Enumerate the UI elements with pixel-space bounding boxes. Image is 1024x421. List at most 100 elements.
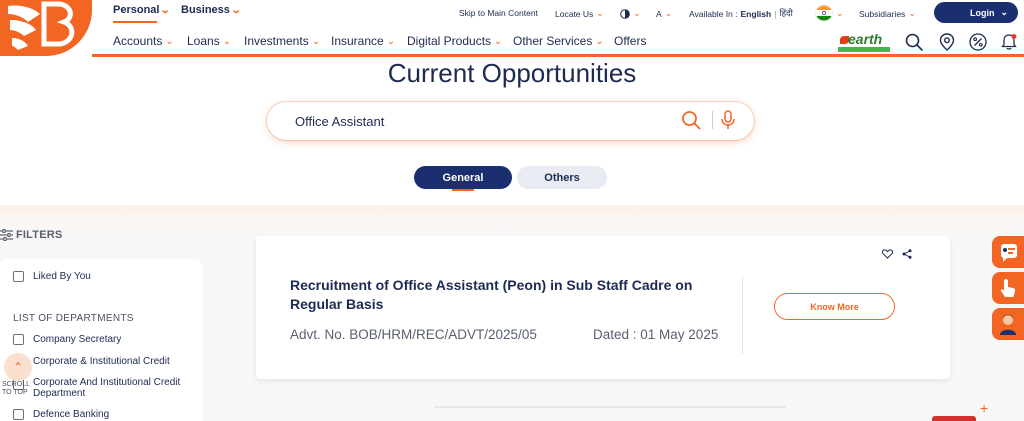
header-divider (92, 54, 1024, 57)
filter-label: Company Secretary (33, 334, 122, 345)
scroll-to-top-button[interactable]: ⌃ (4, 353, 32, 381)
search-icon[interactable] (905, 33, 923, 51)
tab-others[interactable]: Others (517, 166, 607, 189)
chevron-down-icon: ⌄ (633, 8, 641, 18)
filter-liked-by-you[interactable]: Liked By You (13, 271, 91, 282)
chevron-down-icon: ⌄ (494, 35, 503, 47)
location-pin-icon[interactable] (938, 33, 956, 51)
country-selector[interactable]: ⌄ (815, 4, 844, 22)
filter-label: Liked By You (33, 271, 91, 282)
chevron-down-icon: ⌄ (596, 8, 604, 18)
status-tag (932, 416, 976, 421)
earth-logo-bar (838, 47, 890, 52)
checkbox[interactable] (13, 334, 24, 345)
skip-to-main-link[interactable]: Skip to Main Content (459, 8, 538, 18)
nav-label: Other Services (513, 34, 593, 48)
chevron-down-icon: ⌄ (908, 8, 916, 18)
search-input[interactable] (295, 113, 665, 129)
login-label: Login (970, 7, 995, 18)
departments-heading: LIST OF DEPARTMENTS (13, 313, 134, 324)
chevron-down-icon: ⌄ (1000, 7, 1008, 17)
chat-widget-button[interactable] (992, 236, 1024, 268)
next-job-card (434, 406, 786, 408)
tab-business[interactable]: Business ⌄ (181, 4, 242, 16)
filter-department-item[interactable]: Defence Banking (13, 409, 109, 420)
chat-bot-icon (1001, 244, 1017, 262)
lang-separator: | (774, 8, 777, 19)
tab-personal[interactable]: Personal ⌄ (113, 4, 172, 16)
active-tab-indicator (113, 21, 157, 23)
skip-link-label: Skip to Main Content (459, 8, 538, 18)
chevron-down-icon: ⌄ (222, 35, 232, 47)
top-utility-bar: Personal ⌄ Business ⌄ Skip to Main Conte… (0, 0, 1024, 26)
nav-label: Loans (187, 34, 220, 48)
notification-bell-icon[interactable] (1000, 33, 1018, 51)
nav-investments[interactable]: Investments ⌄ (244, 34, 320, 48)
page-title: Current Opportunities (387, 58, 637, 88)
nav-label: Digital Products (407, 34, 492, 48)
filter-label: Corporate And Institutional Credit Depar… (33, 377, 181, 399)
checkbox[interactable] (13, 409, 24, 420)
lang-hindi-link[interactable]: हिंदी (779, 8, 792, 19)
filter-label: Defence Banking (33, 409, 110, 420)
tab-general[interactable]: General (414, 166, 512, 189)
filters-label: FILTERS (16, 229, 63, 241)
filters-heading: FILTERS (0, 229, 62, 241)
chevron-down-icon: ⌄ (386, 35, 396, 47)
filter-department-item[interactable]: Company Secretary (13, 334, 121, 345)
font-size-label: A (656, 8, 662, 19)
card-divider (742, 276, 743, 354)
nav-other-services[interactable]: Other Services ⌄ (513, 34, 604, 48)
lang-english-link[interactable]: English (741, 9, 772, 19)
nav-label: Insurance (331, 34, 384, 48)
language-selector: Available In : English | हिंदी (689, 8, 793, 19)
login-button[interactable]: Login ⌄ (934, 2, 1018, 23)
plus-icon[interactable]: + (980, 400, 988, 416)
chevron-down-icon: ⌄ (664, 8, 673, 18)
nav-offers[interactable]: Offers (614, 34, 646, 48)
search-divider (712, 111, 713, 129)
filter-label: Corporate & Institutional Credit (33, 356, 170, 367)
chevron-down-icon: ⌄ (595, 35, 604, 47)
nav-insurance[interactable]: Insurance ⌄ (331, 34, 395, 48)
chevron-down-icon: ⌄ (836, 7, 844, 18)
available-in-label: Available In : (689, 8, 738, 19)
chevron-down-icon: ⌄ (230, 4, 242, 16)
know-more-button[interactable]: Know More (774, 293, 895, 320)
percent-icon[interactable] (969, 33, 987, 51)
job-title[interactable]: Recruitment of Office Assistant (Peon) i… (290, 276, 730, 314)
subsidiaries-label: Subsidiaries (859, 8, 906, 19)
search-icon[interactable] (681, 110, 701, 130)
font-size-menu[interactable]: A ⌄ (656, 8, 672, 19)
locate-us-menu[interactable]: Locate Us ⌄ (555, 8, 604, 19)
share-icon[interactable] (902, 249, 912, 259)
assistant-widget-button[interactable] (992, 308, 1024, 340)
subsidiaries-menu[interactable]: Subsidiaries ⌄ (859, 8, 916, 19)
bob-earth-logo[interactable]: earth (838, 31, 890, 53)
nav-loans[interactable]: Loans ⌄ (187, 34, 231, 48)
advertisement-number: Advt. No. BOB/HRM/REC/ADVT/2025/05 (290, 327, 537, 342)
locate-us-label: Locate Us (555, 8, 594, 19)
chevron-down-icon: ⌄ (160, 4, 172, 16)
chevron-down-icon: ⌄ (165, 35, 174, 47)
contrast-icon (620, 8, 630, 19)
nav-label: Offers (614, 34, 647, 48)
tab-personal-label: Personal (113, 4, 160, 16)
filter-department-item[interactable]: Corporate & Institutional Credit (13, 356, 170, 367)
support-agent-icon (1000, 314, 1016, 335)
hand-pointer-icon (1000, 279, 1016, 297)
checkbox[interactable] (13, 271, 24, 282)
filter-department-item[interactable]: Corporate And Institutional Credit Depar… (13, 377, 193, 399)
nav-accounts[interactable]: Accounts ⌄ (113, 34, 174, 48)
contrast-toggle[interactable]: ⌄ (620, 8, 641, 19)
nav-label: Investments (244, 34, 309, 48)
microphone-icon[interactable] (720, 110, 736, 130)
job-date: Dated : 01 May 2025 (593, 327, 719, 342)
heart-icon[interactable] (882, 249, 893, 259)
touch-widget-button[interactable] (992, 272, 1024, 304)
nav-label: Accounts (113, 34, 163, 48)
active-tab-indicator (452, 189, 474, 191)
chevron-up-icon: ⌃ (12, 360, 24, 374)
nav-digital-products[interactable]: Digital Products ⌄ (407, 34, 502, 48)
site-header: Personal ⌄ Business ⌄ Skip to Main Conte… (0, 0, 1024, 57)
